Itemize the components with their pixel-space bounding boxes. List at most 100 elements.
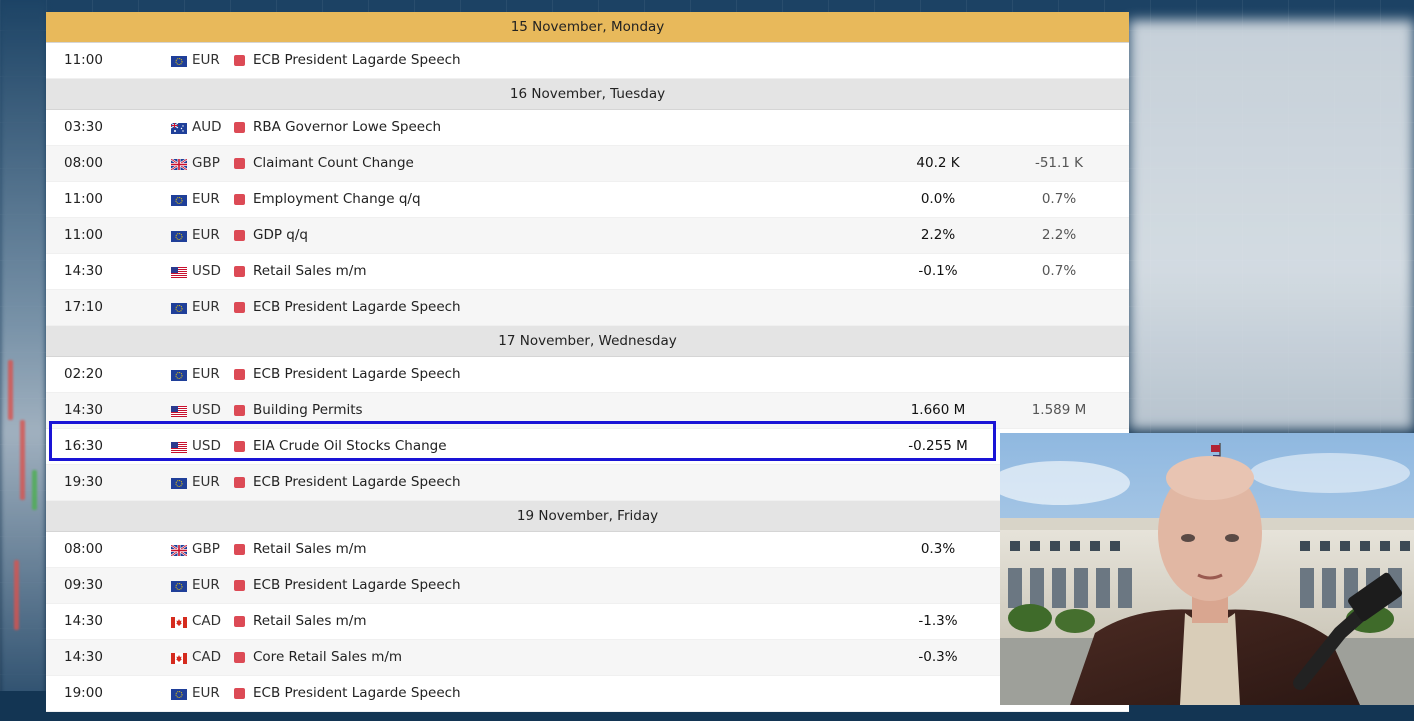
backdrop-candle [20,420,25,500]
eu-flag-icon [171,195,187,206]
event-row[interactable]: 09:30 EUR ECB President Lagarde Speech [46,568,1129,604]
event-row[interactable]: 19:30 EUR ECB President Lagarde Speech [46,465,1129,501]
impact-high-icon [234,230,245,241]
event-title[interactable]: Retail Sales m/m [253,604,367,639]
event-actual: -1.3% [918,613,958,629]
event-currency: CAD [192,613,222,629]
event-currency: EUR [192,191,220,207]
us-flag-icon [171,406,187,417]
impact-high-icon [234,544,245,555]
gb-flag-icon [171,159,187,170]
event-time: 16:30 [64,438,103,454]
event-time: 08:00 [64,155,103,171]
event-title[interactable]: ECB President Lagarde Speech [253,43,461,78]
event-title[interactable]: Claimant Count Change [253,146,414,181]
impact-high-icon [234,616,245,627]
eu-flag-icon [171,581,187,592]
event-title[interactable]: Employment Change q/q [253,182,421,217]
event-forecast: 1.589 M [1031,402,1087,418]
event-title[interactable]: ECB President Lagarde Speech [253,568,461,603]
event-time: 14:30 [64,613,103,629]
event-actual: 0.0% [920,191,956,207]
event-currency: USD [192,438,221,454]
event-currency: EUR [192,227,220,243]
event-time: 11:00 [64,227,103,243]
event-row[interactable]: 11:00 EUR ECB President Lagarde Speech [46,43,1129,79]
event-row[interactable]: 08:00 GBP Retail Sales m/m 0.3% [46,532,1129,568]
event-row[interactable]: 17:10 EUR ECB President Lagarde Speech [46,290,1129,326]
event-row[interactable]: 02:20 EUR ECB President Lagarde Speech [46,357,1129,393]
event-row[interactable]: 16:30 USD EIA Crude Oil Stocks Change -0.25… [46,429,1129,465]
event-time: 14:30 [64,402,103,418]
event-row[interactable]: 14:30 CAD Retail Sales m/m -1.3% [46,604,1129,640]
event-time: 08:00 [64,541,103,557]
day-header: 17 November, Wednesday [46,326,1129,357]
backdrop-candle [8,360,13,420]
event-actual: 0.3% [920,541,956,557]
event-row[interactable]: 14:30 USD Building Permits 1.660 M 1.589 M [46,393,1129,429]
event-title[interactable]: Building Permits [253,393,363,428]
event-actual: 2.2% [920,227,956,243]
event-forecast: -51.1 K [1034,155,1084,171]
eu-flag-icon [171,478,187,489]
event-currency: USD [192,263,221,279]
event-row[interactable]: 03:30 AUD RBA Governor Lowe Speech [46,110,1129,146]
event-forecast: 2.2% [1041,227,1077,243]
event-currency: EUR [192,366,220,382]
event-title[interactable]: Retail Sales m/m [253,532,367,567]
ca-flag-icon [171,617,187,628]
eu-flag-icon [171,231,187,242]
event-title[interactable]: EIA Crude Oil Stocks Change [253,429,447,464]
event-currency: GBP [192,155,220,171]
impact-high-icon [234,405,245,416]
event-title[interactable]: ECB President Lagarde Speech [253,357,461,392]
day-header: 19 November, Friday [46,501,1129,532]
event-actual: 40.2 K [916,155,960,171]
event-time: 19:00 [64,685,103,701]
event-title[interactable]: Core Retail Sales m/m [253,640,402,675]
event-time: 11:00 [64,52,103,68]
event-title[interactable]: RBA Governor Lowe Speech [253,110,441,145]
event-time: 03:30 [64,119,103,135]
event-actual: -0.3% [918,649,958,665]
impact-high-icon [234,158,245,169]
eu-flag-icon [171,56,187,67]
event-time: 17:10 [64,299,103,315]
impact-high-icon [234,688,245,699]
event-actual: -0.1% [918,263,958,279]
event-time: 11:00 [64,191,103,207]
event-actual: -0.255 M [908,438,968,454]
au-flag-icon [171,123,187,134]
economic-calendar: 15 November, Monday 11:00 EUR ECB President… [46,12,1129,712]
event-row[interactable]: 11:00 EUR GDP q/q 2.2% 2.2% [46,218,1129,254]
event-title[interactable]: ECB President Lagarde Speech [253,290,461,325]
event-currency: AUD [192,119,222,135]
event-row[interactable]: 14:30 CAD Core Retail Sales m/m -0.3% [46,640,1129,676]
event-title[interactable]: GDP q/q [253,218,308,253]
event-row[interactable]: 11:00 EUR Employment Change q/q 0.0% 0.7% [46,182,1129,218]
event-currency: EUR [192,685,220,701]
impact-high-icon [234,122,245,133]
event-currency: EUR [192,474,220,490]
impact-high-icon [234,477,245,488]
day-header: 15 November, Monday [46,12,1129,43]
event-row[interactable]: 19:00 EUR ECB President Lagarde Speech [46,676,1129,712]
backdrop-left-glow [0,0,46,721]
event-title[interactable]: Retail Sales m/m [253,254,367,289]
event-title[interactable]: ECB President Lagarde Speech [253,676,461,711]
event-row[interactable]: 14:30 USD Retail Sales m/m -0.1% 0.7% [46,254,1129,290]
event-row[interactable]: 08:00 GBP Claimant Count Change 40.2 K -51.1… [46,146,1129,182]
impact-high-icon [234,441,245,452]
presenter-video [1000,433,1414,705]
event-title[interactable]: ECB President Lagarde Speech [253,465,461,500]
gb-flag-icon [171,545,187,556]
eu-flag-icon [171,689,187,700]
impact-high-icon [234,652,245,663]
event-currency: EUR [192,577,220,593]
event-time: 09:30 [64,577,103,593]
us-flag-icon [171,442,187,453]
event-currency: USD [192,402,221,418]
backdrop-candle [32,470,37,510]
impact-high-icon [234,266,245,277]
event-currency: EUR [192,52,220,68]
